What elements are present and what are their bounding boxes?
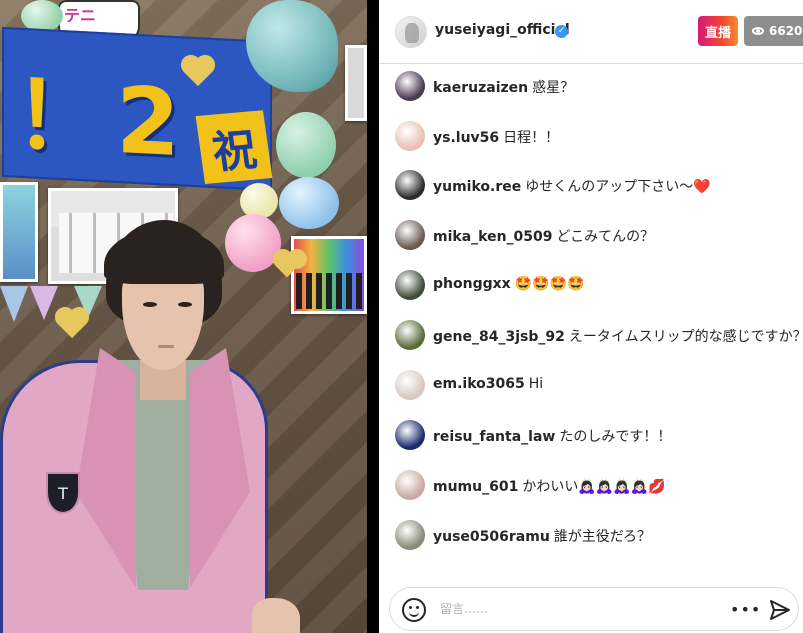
comment-item: em.iko3065 Hi <box>395 365 803 405</box>
comment-message: かわいい🙇🏻‍♀️🙇🏻‍♀️🙇🏻‍♀️🙇🏻‍♀️💋 <box>522 479 666 495</box>
commenter-avatar[interactable] <box>395 220 425 250</box>
comment-username[interactable]: mika_ken_0509 <box>433 229 553 245</box>
comment-message: 🤩🤩🤩🤩 <box>514 276 585 292</box>
comment-item: mumu_601 かわいい🙇🏻‍♀️🙇🏻‍♀️🙇🏻‍♀️🙇🏻‍♀️💋 <box>395 465 803 505</box>
comment-message: えータイムスリップ的な感じですか？ <box>568 329 803 345</box>
live-video[interactable]: テニ ！2 祝 T <box>0 0 367 633</box>
commenter-avatar[interactable] <box>395 270 425 300</box>
comment-input[interactable] <box>440 599 670 619</box>
viewer-count: 6620 <box>769 24 803 38</box>
comment-message: どこみてんの？ <box>556 229 655 245</box>
eye <box>178 302 192 307</box>
host-avatar[interactable] <box>395 16 427 48</box>
streamer: T <box>0 220 300 633</box>
banner-text: ！2 <box>14 61 191 178</box>
panel-divider <box>367 0 379 633</box>
mouth <box>158 345 174 348</box>
comment-item: reisu_fanta_law たのしみです！！ <box>395 415 803 455</box>
comment-item: yuse0506ramu 誰が主役だろ？ <box>395 515 803 555</box>
wall-photo <box>345 45 367 121</box>
comment-username[interactable]: gene_84_3jsb_92 <box>433 329 565 345</box>
live-header: yuseiyagi_official ✓ 直播 6620 <box>379 0 803 64</box>
comment-message: 惑星？ <box>532 80 575 96</box>
commenter-avatar[interactable] <box>395 520 425 550</box>
send-icon[interactable] <box>768 598 792 622</box>
comment-message: Hi <box>528 376 544 392</box>
comment-message: たのしみです！！ <box>559 429 672 445</box>
more-options-icon[interactable]: ••• <box>730 600 760 620</box>
balloon-decoration <box>276 112 336 178</box>
comment-item: yumiko.ree ゆせくんのアップ下さい〜❤️ <box>395 165 803 205</box>
emoji-icon[interactable] <box>402 598 426 622</box>
comment-item: gene_84_3jsb_92 えータイムスリップ的な感じですか？ <box>395 315 803 355</box>
commenter-avatar[interactable] <box>395 170 425 200</box>
commenter-avatar[interactable] <box>395 370 425 400</box>
commenter-avatar[interactable] <box>395 420 425 450</box>
wall-photo <box>291 236 367 314</box>
comment-username[interactable]: reisu_fanta_law <box>433 429 555 445</box>
comment-message: ゆせくんのアップ下さい〜❤️ <box>525 179 711 195</box>
comment-username[interactable]: ys.luv56 <box>433 130 499 146</box>
verified-badge-icon: ✓ <box>555 25 568 38</box>
comment-username[interactable]: kaeruzaizen <box>433 80 528 96</box>
commenter-avatar[interactable] <box>395 470 425 500</box>
live-chat-panel: yuseiyagi_official ✓ 直播 6620 kaeruzaizen… <box>379 0 803 633</box>
comment-list[interactable]: kaeruzaizen 惑星？ ys.luv56 日程！！ yumiko.ree ゆせ… <box>379 64 803 570</box>
comment-username[interactable]: mumu_601 <box>433 479 518 495</box>
hand <box>252 598 300 633</box>
speech-bubble-text: テニ <box>64 6 97 25</box>
comment-message: 日程！！ <box>503 130 560 146</box>
comment-item: ys.luv56 日程！！ <box>395 116 803 156</box>
comment-composer: ••• <box>389 587 799 631</box>
viewer-count-badge[interactable]: 6620 <box>744 16 803 46</box>
comment-username[interactable]: em.iko3065 <box>433 376 525 392</box>
balloon-decoration <box>21 0 63 32</box>
balloon-decoration <box>240 183 278 219</box>
comment-item: kaeruzaizen 惑星？ <box>395 66 803 106</box>
eye <box>143 302 157 307</box>
comment-item: mika_ken_0509 どこみてんの？ <box>395 215 803 255</box>
eye-icon <box>752 27 764 35</box>
comment-username[interactable]: phonggxx <box>433 276 511 292</box>
commenter-avatar[interactable] <box>395 121 425 151</box>
comment-username[interactable]: yumiko.ree <box>433 179 521 195</box>
live-badge: 直播 <box>698 16 738 46</box>
comment-item: phonggxx 🤩🤩🤩🤩 <box>395 265 803 305</box>
commenter-avatar[interactable] <box>395 71 425 101</box>
host-username[interactable]: yuseiyagi_official <box>435 22 570 38</box>
hair-bangs <box>104 228 224 284</box>
commenter-avatar[interactable] <box>395 320 425 350</box>
banner-kanji: 祝 <box>195 110 273 184</box>
jacket-emblem: T <box>46 472 80 514</box>
comment-message: 誰が主役だろ？ <box>553 529 651 545</box>
comment-username[interactable]: yuse0506ramu <box>433 529 550 545</box>
celebration-banner: ！2 祝 <box>2 26 273 192</box>
